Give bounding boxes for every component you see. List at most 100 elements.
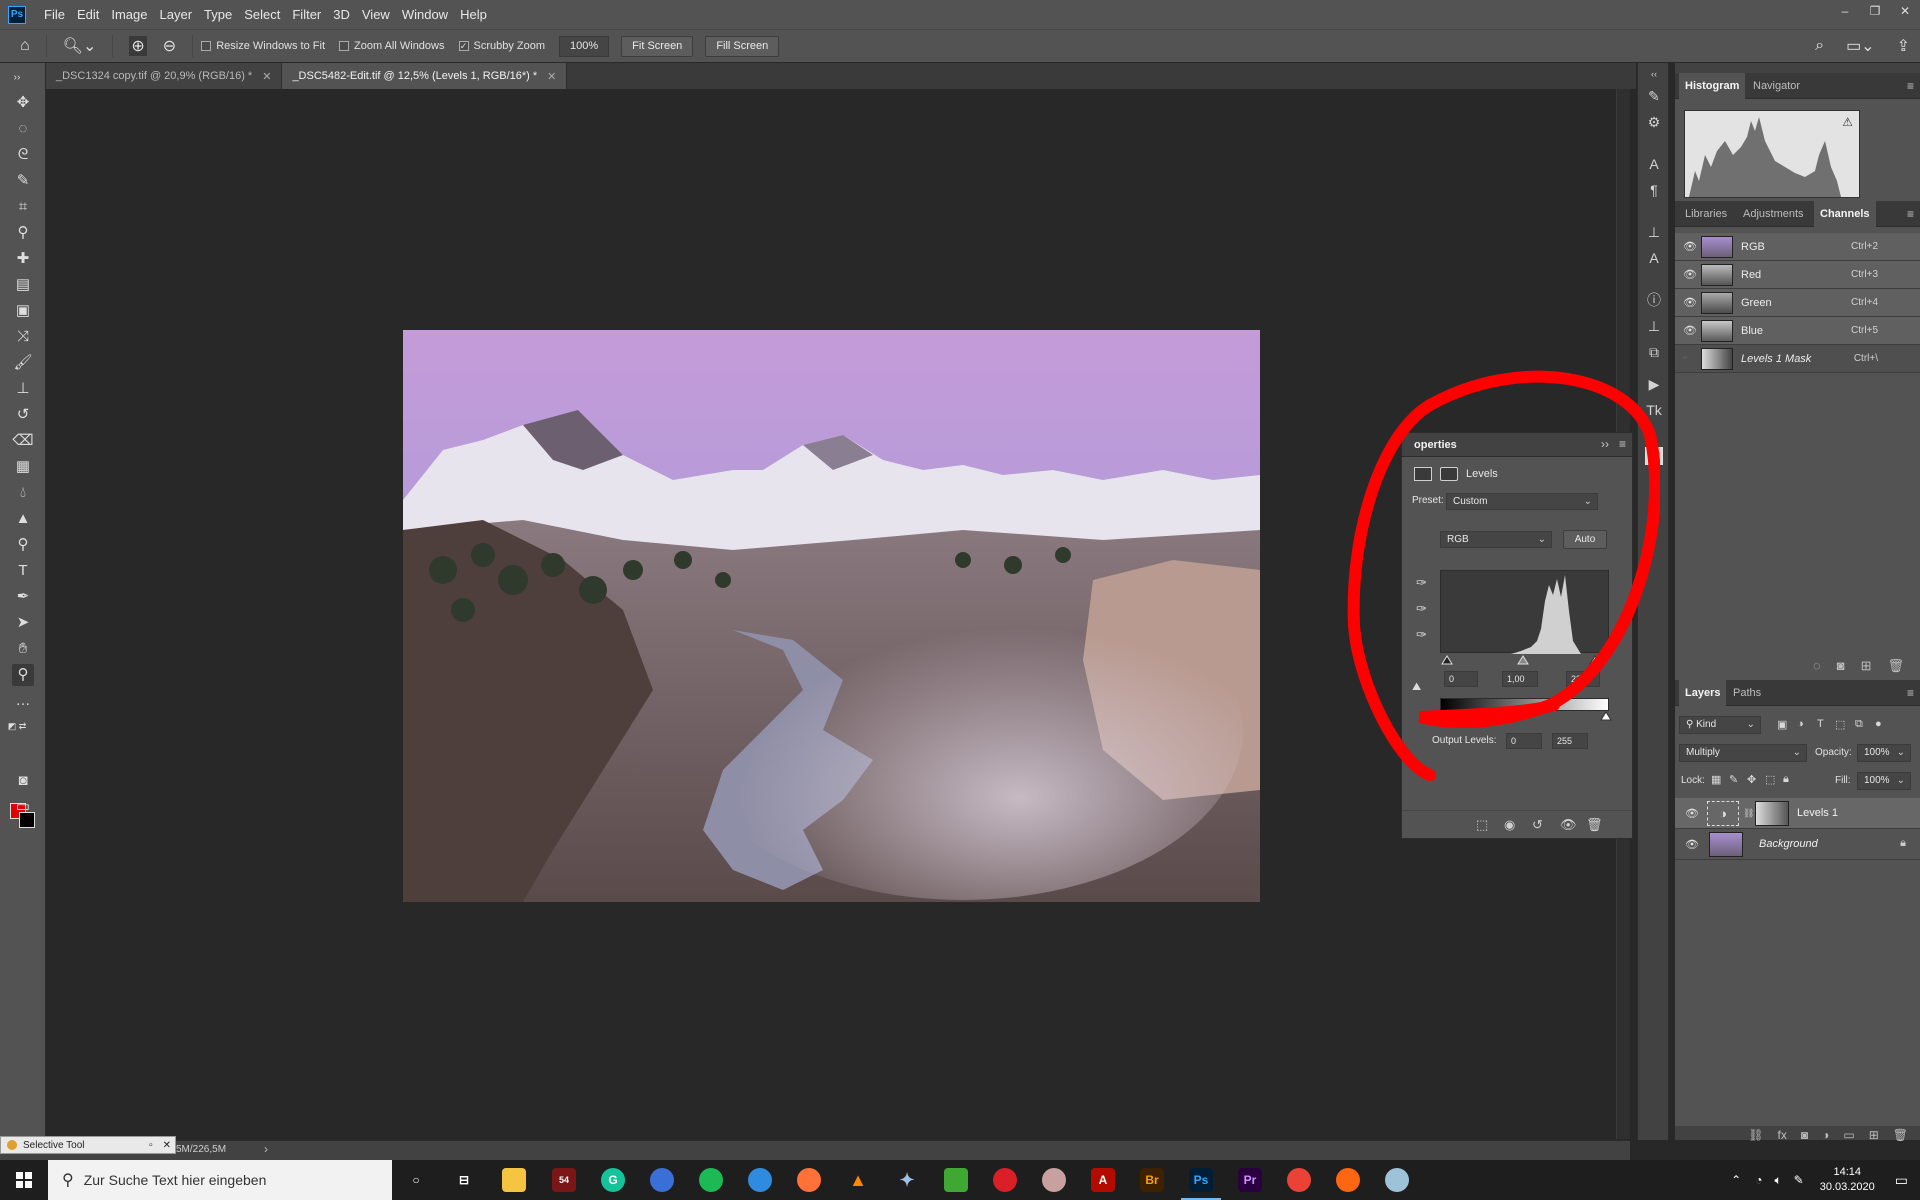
notifications-icon[interactable]: ▭ <box>1895 1172 1908 1189</box>
tab-histogram[interactable]: Histogram <box>1679 73 1746 99</box>
tab-adjustments[interactable]: Adjustments <box>1737 201 1810 227</box>
delete-channel-icon[interactable]: 🗑︎ <box>1887 658 1904 674</box>
tab-layers[interactable]: Layers <box>1679 680 1727 706</box>
eye-icon[interactable]: 👁︎ <box>1685 807 1699 820</box>
eye-icon[interactable]: 👁︎ <box>1683 324 1697 337</box>
photoshop-taskbar-icon[interactable]: Ps <box>1181 1168 1221 1200</box>
fx-icon[interactable]: fx <box>1778 1128 1787 1142</box>
menu-view[interactable]: View <box>356 7 396 22</box>
channel-row[interactable]: 👁︎ Red Ctrl+3 <box>1675 261 1920 289</box>
patch-tool-icon[interactable]: ▤ <box>12 274 34 296</box>
restore-icon[interactable]: ❐ <box>1860 0 1890 22</box>
default-colors-icon[interactable]: ◩ ⇄ <box>6 715 28 737</box>
new-channel-icon[interactable]: ⊞ <box>1861 658 1872 674</box>
menu-image[interactable]: Image <box>105 7 153 22</box>
file-explorer-icon[interactable] <box>502 1168 526 1192</box>
brush-tool-icon[interactable]: 🖌︎ <box>12 352 34 374</box>
channel-row[interactable]: ▫ Levels 1 Mask Ctrl+\ <box>1675 345 1920 373</box>
acrobat-icon[interactable]: A <box>1091 1168 1115 1192</box>
path-selection-tool-icon[interactable]: ➤ <box>12 612 34 634</box>
scrubby-zoom-checkbox[interactable]: ✓ Scrubby Zoom <box>458 40 545 52</box>
app-54-icon[interactable]: 54 <box>552 1168 576 1192</box>
network-icon[interactable]: ◔ <box>1755 1173 1762 1187</box>
more-tools-icon[interactable]: … <box>12 690 34 712</box>
link-layers-icon[interactable]: ⛓ <box>1748 1128 1763 1142</box>
type-tool-icon[interactable]: T <box>12 560 34 582</box>
grammarly-icon[interactable]: G <box>601 1168 625 1192</box>
close-icon[interactable]: ✕ <box>1890 0 1920 22</box>
layer-row[interactable]: 👁︎ Background 🔒︎ <box>1675 829 1920 860</box>
delete-adjustment-icon[interactable]: 🗑︎ <box>1586 817 1603 833</box>
new-layer-icon[interactable]: ⊞ <box>1869 1128 1879 1142</box>
eye-icon[interactable]: 👁︎ <box>1685 838 1699 851</box>
minimize-icon[interactable]: – <box>1830 0 1860 22</box>
tray-overflow-icon[interactable]: ⌃ <box>1731 1173 1741 1187</box>
firefox-icon[interactable] <box>797 1168 821 1192</box>
move-tool-icon[interactable]: ✥ <box>12 92 34 114</box>
panel-menu-icon[interactable]: ≡ <box>1907 686 1914 700</box>
cloud-app-icon[interactable] <box>1042 1168 1066 1192</box>
crop-tool-icon[interactable]: ⌗ <box>12 196 34 218</box>
paint-app-icon[interactable] <box>1385 1168 1409 1192</box>
creative-cloud-icon[interactable] <box>993 1168 1017 1192</box>
close-tab-icon[interactable]: ✕ <box>262 70 271 83</box>
channel-row[interactable]: 👁︎ Blue Ctrl+5 <box>1675 317 1920 345</box>
lasso-tool-icon[interactable]: ᘓ <box>12 144 34 166</box>
glyphs-icon[interactable]: A <box>1645 249 1663 267</box>
reset-icon[interactable]: ↺ <box>1532 817 1543 833</box>
document-image[interactable] <box>403 330 1260 902</box>
start-button[interactable] <box>0 1160 48 1200</box>
toggle-visibility-icon[interactable]: 👁︎ <box>1560 817 1577 833</box>
restore-icon[interactable]: ▫ <box>149 1140 153 1151</box>
dodge-tool-icon[interactable]: ⚲ <box>12 534 34 556</box>
tab-libraries[interactable]: Libraries <box>1679 201 1733 227</box>
workspace-icon[interactable]: ▭⌄ <box>1846 36 1875 56</box>
vlc-icon[interactable]: ▲ <box>846 1168 870 1192</box>
filter-smart-object-icon[interactable]: ⧉ <box>1855 718 1863 731</box>
lock-icon[interactable]: 🔒︎ <box>1900 837 1906 850</box>
delete-layer-icon[interactable]: 🗑︎ <box>1893 1128 1908 1142</box>
menu-type[interactable]: Type <box>198 7 238 22</box>
eye-icon[interactable]: 👁︎ <box>1683 268 1697 281</box>
save-selection-icon[interactable]: ◙ <box>1837 658 1845 674</box>
camtasia-icon[interactable] <box>944 1168 968 1192</box>
filter-type-icon[interactable]: T <box>1817 718 1824 730</box>
menu-3d[interactable]: 3D <box>327 7 356 22</box>
pen-icon[interactable]: ✎ <box>1794 1173 1804 1187</box>
brushes-icon[interactable]: ⚙ <box>1645 113 1663 131</box>
add-mask-icon[interactable]: ◙ <box>1801 1128 1808 1142</box>
menu-layer[interactable]: Layer <box>154 7 199 22</box>
clock[interactable]: 14:14 30.03.2020 <box>1820 1165 1875 1195</box>
spotify-icon[interactable] <box>699 1168 723 1192</box>
new-adjustment-icon[interactable]: ◑ <box>1822 1128 1829 1142</box>
earth-icon[interactable] <box>650 1168 674 1192</box>
hand-tool-icon[interactable]: ✋︎ <box>12 638 34 660</box>
fill-screen-button[interactable]: Fill Screen <box>705 35 780 57</box>
filter-toggle-icon[interactable]: ● <box>1875 718 1882 730</box>
character-icon[interactable]: A <box>1645 155 1663 173</box>
lock-artboard-icon[interactable]: ⬚ <box>1765 773 1775 786</box>
layer-row[interactable]: 👁︎ ◑ ⛓ Levels 1 <box>1675 798 1920 829</box>
filter-pixel-icon[interactable]: ▣ <box>1777 718 1787 731</box>
chain-link-icon[interactable]: ⛓ <box>1743 808 1754 819</box>
zoom-in-icon[interactable]: ⊕ <box>129 36 147 56</box>
channel-row[interactable]: 👁︎ RGB Ctrl+2 <box>1675 233 1920 261</box>
load-selection-icon[interactable]: ◌ <box>1813 658 1821 674</box>
document-tab-active[interactable]: _DSC5482-Edit.tif @ 12,5% (Levels 1, RGB… <box>282 63 568 89</box>
blur-tool-icon[interactable]: 💧︎ <box>12 482 34 504</box>
lock-position-icon[interactable]: ✥ <box>1747 773 1756 786</box>
close-tab-icon[interactable]: ✕ <box>547 70 556 83</box>
clone-source-icon[interactable]: ⊥ <box>1645 223 1663 241</box>
marquee-tool-icon[interactable]: ◌ <box>12 118 34 140</box>
browser-icon[interactable] <box>748 1168 772 1192</box>
clip-to-layer-icon[interactable]: ⬚ <box>1476 817 1488 833</box>
info-icon[interactable]: ⓘ <box>1645 291 1663 309</box>
menu-select[interactable]: Select <box>238 7 286 22</box>
panel-menu-icon[interactable]: ≡ <box>1907 207 1914 221</box>
resize-windows-checkbox[interactable]: Resize Windows to Fit <box>201 40 325 52</box>
panel-menu-icon[interactable]: ≡ <box>1907 79 1914 93</box>
pen-tool-icon[interactable]: ✒ <box>12 586 34 608</box>
eraser-tool-icon[interactable]: ⌫ <box>12 430 34 452</box>
expand-panels-icon[interactable]: ‹‹ <box>1645 65 1663 83</box>
blend-mode-dropdown[interactable]: Multiply ⌄ <box>1679 744 1807 762</box>
